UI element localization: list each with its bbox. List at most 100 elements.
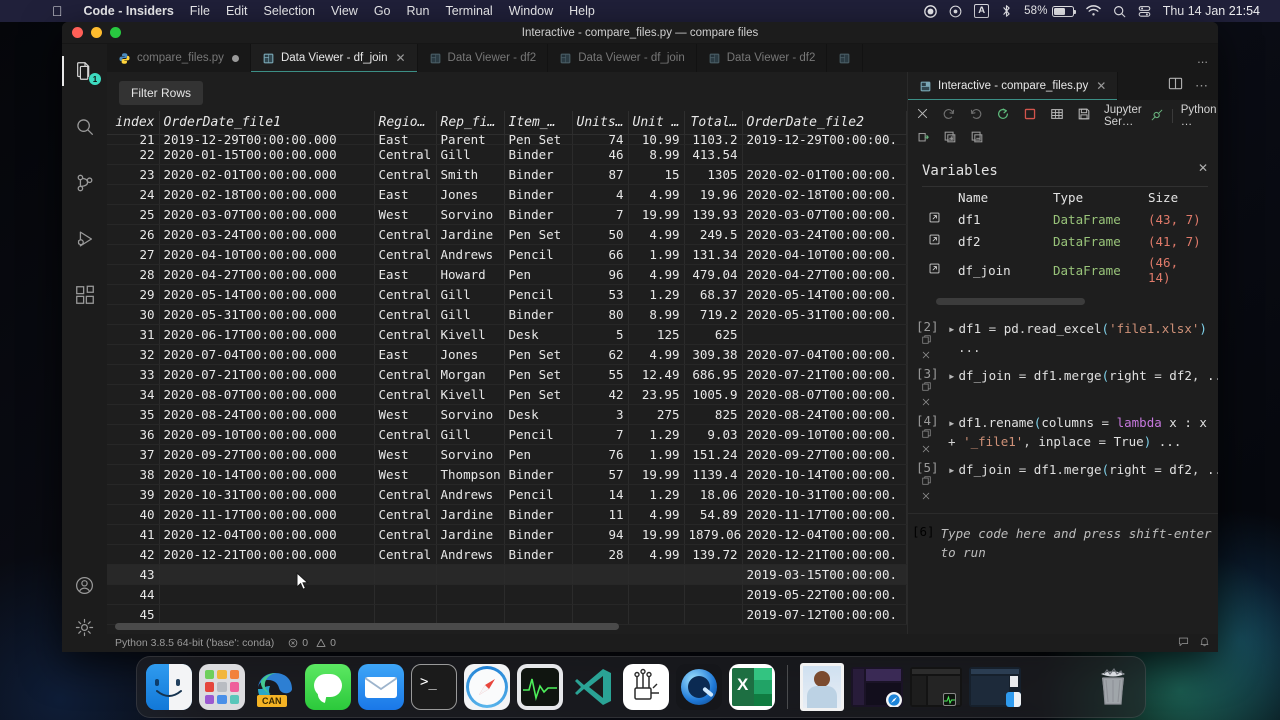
tab-compare-files-py[interactable]: compare_files.py <box>107 44 251 72</box>
table-cell[interactable]: 686.95 <box>684 364 743 385</box>
table-cell[interactable]: 55 <box>572 364 629 385</box>
variables-icon[interactable] <box>1050 107 1064 126</box>
table-cell[interactable]: 249.5 <box>684 224 743 245</box>
table-cell[interactable]: 2020-06-17T00:00:00.000 <box>159 324 375 345</box>
table-cell[interactable]: 15 <box>628 164 685 185</box>
screen-record-icon[interactable] <box>943 5 968 18</box>
table-cell[interactable]: 19.99 <box>628 524 685 545</box>
table-cell[interactable]: Binder <box>504 164 573 185</box>
table-cell[interactable] <box>159 584 375 605</box>
table-cell[interactable] <box>742 324 907 345</box>
table-cell[interactable]: 2020-08-24T00:00:00.000 <box>159 404 375 425</box>
table-cell[interactable]: 2020-07-21T00:00:00. <box>742 364 907 385</box>
sidebar-item-search[interactable] <box>62 108 107 146</box>
table-cell[interactable]: Binder <box>504 504 573 525</box>
clear-icon[interactable] <box>921 444 948 458</box>
table-cell[interactable]: 2020-04-10T00:00:00.000 <box>159 244 375 265</box>
table-cell[interactable]: 1.29 <box>628 484 685 505</box>
table-cell[interactable]: Sorvino <box>436 404 505 425</box>
table-cell[interactable] <box>159 564 375 585</box>
table-cell[interactable]: Gill <box>436 424 505 445</box>
dock-minimized-photo-preview[interactable] <box>800 663 844 711</box>
table-cell[interactable]: 139.93 <box>684 204 743 225</box>
table-cell[interactable]: 4.99 <box>628 224 685 245</box>
table-cell[interactable]: 2020-12-04T00:00:00.000 <box>159 524 375 545</box>
table-cell[interactable]: Jones <box>436 344 505 365</box>
table-cell[interactable]: 2020-08-07T00:00:00. <box>742 384 907 405</box>
variables-col-size[interactable]: Size <box>1142 186 1208 208</box>
apple-logo-icon[interactable]:  <box>52 4 63 18</box>
battery-status[interactable]: 58% <box>1018 5 1080 17</box>
table-cell[interactable]: West <box>374 444 437 465</box>
dock-minimized-window-1[interactable] <box>851 667 903 707</box>
table-cell[interactable]: Binder <box>504 204 573 225</box>
table-row[interactable]: 32 2020-07-04T00:00:00.000 East Jones Pen Se… <box>107 344 907 365</box>
table-cell[interactable]: 2020-03-24T00:00:00. <box>742 224 907 245</box>
table-cell[interactable]: 2020-10-14T00:00:00.000 <box>159 464 375 485</box>
table-row[interactable]: 33 2020-07-21T00:00:00.000 Central Morgan Pe… <box>107 364 907 385</box>
table-cell[interactable]: 28 <box>572 544 629 565</box>
table-cell[interactable]: Central <box>374 484 437 505</box>
more-tabs-icon[interactable]: ... <box>1197 51 1208 66</box>
table-cell[interactable]: Central <box>374 524 437 545</box>
table-cell[interactable]: Binder <box>504 464 573 485</box>
run-cell-arrow-icon[interactable]: ▸ <box>948 415 956 430</box>
table-cell[interactable]: 2020-01-15T00:00:00.000 <box>159 144 375 165</box>
table-cell[interactable]: Central <box>374 244 437 265</box>
table-cell[interactable]: Gill <box>436 304 505 325</box>
table-cell[interactable]: Pencil <box>504 484 573 505</box>
table-cell[interactable]: Pen <box>504 444 573 465</box>
table-cell[interactable]: Pen Set <box>504 134 573 145</box>
table-cell[interactable]: East <box>374 134 437 145</box>
table-cell[interactable]: Central <box>374 304 437 325</box>
dock-item-mail[interactable] <box>358 664 404 710</box>
clear-icon[interactable] <box>921 350 948 364</box>
sidebar-item-extensions[interactable] <box>62 276 107 314</box>
table-cell[interactable]: 309.38 <box>684 344 743 365</box>
table-cell[interactable]: Central <box>374 144 437 165</box>
table-cell[interactable]: 41 <box>107 524 160 545</box>
table-cell[interactable] <box>628 564 685 585</box>
table-cell[interactable]: 2020-10-14T00:00:00. <box>742 464 907 485</box>
table-cell[interactable]: 66 <box>572 244 629 265</box>
cell-actions[interactable] <box>916 475 948 505</box>
redo-icon[interactable] <box>942 107 956 126</box>
open-in-viewer-icon[interactable] <box>922 208 952 230</box>
table-cell[interactable]: 2020-05-14T00:00:00. <box>742 284 907 305</box>
table-cell[interactable]: 2020-10-31T00:00:00.000 <box>159 484 375 505</box>
table-cell[interactable]: 1.29 <box>628 424 685 445</box>
table-row[interactable]: 24 2020-02-18T00:00:00.000 East Jones Binder… <box>107 184 907 205</box>
table-row-clipped[interactable]: 21 2019-12-29T00:00:00.000 East Parent Pen S… <box>107 134 907 145</box>
table-cell[interactable]: 31 <box>107 324 160 345</box>
table-cell[interactable]: 1103.2 <box>684 134 743 145</box>
table-cell[interactable]: 42 <box>572 384 629 405</box>
table-row[interactable]: 22 2020-01-15T00:00:00.000 Central Gill Bind… <box>107 144 907 165</box>
code-input-cell[interactable]: [6] Type code here and press shift-enter … <box>908 520 1218 562</box>
tab-interactive-compare-files[interactable]: Interactive - compare_files.py ✕ <box>908 72 1119 100</box>
bluetooth-icon[interactable] <box>995 4 1018 18</box>
table-cell[interactable]: 2020-12-21T00:00:00.000 <box>159 544 375 565</box>
table-cell[interactable]: 275 <box>628 404 685 425</box>
table-cell[interactable]: 413.54 <box>684 144 743 165</box>
code-cell[interactable]: [4] ▸ df1.rename(columns = lambda x : x + '… <box>908 411 1218 458</box>
table-cell[interactable]: 4.99 <box>628 504 685 525</box>
tab-data-viewer-df2-b[interactable]: Data Viewer - df2 <box>696 44 828 72</box>
table-cell[interactable]: Jardine <box>436 524 505 545</box>
table-cell[interactable]: 53 <box>572 284 629 305</box>
table-cell[interactable]: 2020-08-07T00:00:00.000 <box>159 384 375 405</box>
table-cell[interactable]: Jardine <box>436 504 505 525</box>
maximize-window-button[interactable] <box>110 27 121 38</box>
table-row[interactable]: 30 2020-05-31T00:00:00.000 Central Gill Bind… <box>107 304 907 325</box>
table-cell[interactable]: 2020-05-31T00:00:00. <box>742 304 907 325</box>
table-cell[interactable]: 2020-07-04T00:00:00. <box>742 344 907 365</box>
table-cell[interactable]: 2020-05-31T00:00:00.000 <box>159 304 375 325</box>
table-cell[interactable]: Andrews <box>436 484 505 505</box>
table-cell[interactable]: 2019-12-29T00:00:00.000 <box>159 134 375 145</box>
table-cell[interactable] <box>504 604 573 625</box>
table-cell[interactable]: Sorvino <box>436 204 505 225</box>
table-cell[interactable]: Binder <box>504 524 573 545</box>
table-cell[interactable]: Pencil <box>504 284 573 305</box>
table-cell[interactable]: 62 <box>572 344 629 365</box>
table-cell[interactable]: Andrews <box>436 244 505 265</box>
table-cell[interactable]: 23 <box>107 164 160 185</box>
